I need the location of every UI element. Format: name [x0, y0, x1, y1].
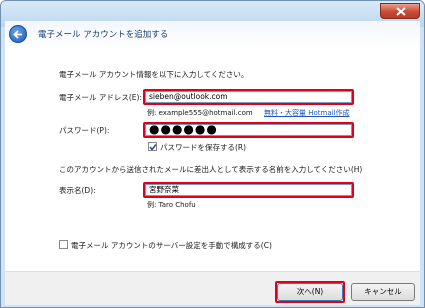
display-name-example: 例: Taro Chofu	[147, 201, 196, 209]
password-label: パスワード(P):	[59, 126, 110, 135]
password-field[interactable]: ●●●●●●	[145, 123, 352, 136]
back-button[interactable]	[9, 25, 27, 43]
manual-config-label: 電子メール アカウントのサーバー設定を手動で構成する(C)	[71, 241, 272, 250]
display-name-field[interactable]: 宮野奈菜	[145, 184, 352, 196]
page-title: 電子メール アカウントを追加する	[38, 30, 169, 40]
manual-config-checkbox[interactable]	[59, 240, 68, 249]
save-password-label: パスワードを保存する(R)	[160, 143, 247, 152]
close-icon	[396, 7, 406, 16]
save-password-checkbox[interactable]	[148, 142, 157, 151]
checkmark-icon	[149, 144, 157, 151]
display-name-label: 表示名(D):	[59, 186, 96, 195]
back-arrow-icon	[13, 30, 22, 39]
display-name-intro: このアカウントから送信されたメールに差出人として表示する名前を入力してください(…	[59, 165, 363, 174]
email-example: 例: example555@hotmail.com	[147, 109, 253, 117]
form-area: 電子メール アカウント情報を以下に入力してください。 電子メール アドレス(E)…	[5, 49, 420, 271]
next-button[interactable]: 次へ(N)	[277, 283, 343, 301]
email-field[interactable]: sieben@outlook.com	[145, 91, 352, 103]
intro-text: 電子メール アカウント情報を以下に入力してください。	[59, 70, 249, 79]
wizard-header: 電子メール アカウントを追加する	[5, 21, 420, 49]
close-button[interactable]	[380, 3, 420, 19]
cancel-button[interactable]: キャンセル	[351, 283, 415, 301]
wizard-footer: 次へ(N) キャンセル	[5, 271, 420, 305]
email-label: 電子メール アドレス(E):	[59, 93, 143, 102]
add-account-window: 電子メール アカウントを追加する 電子メール アカウント情報を以下に入力してくだ…	[0, 0, 425, 308]
hotmail-link[interactable]: 無料・大容量 Hotmail作成	[264, 108, 350, 118]
